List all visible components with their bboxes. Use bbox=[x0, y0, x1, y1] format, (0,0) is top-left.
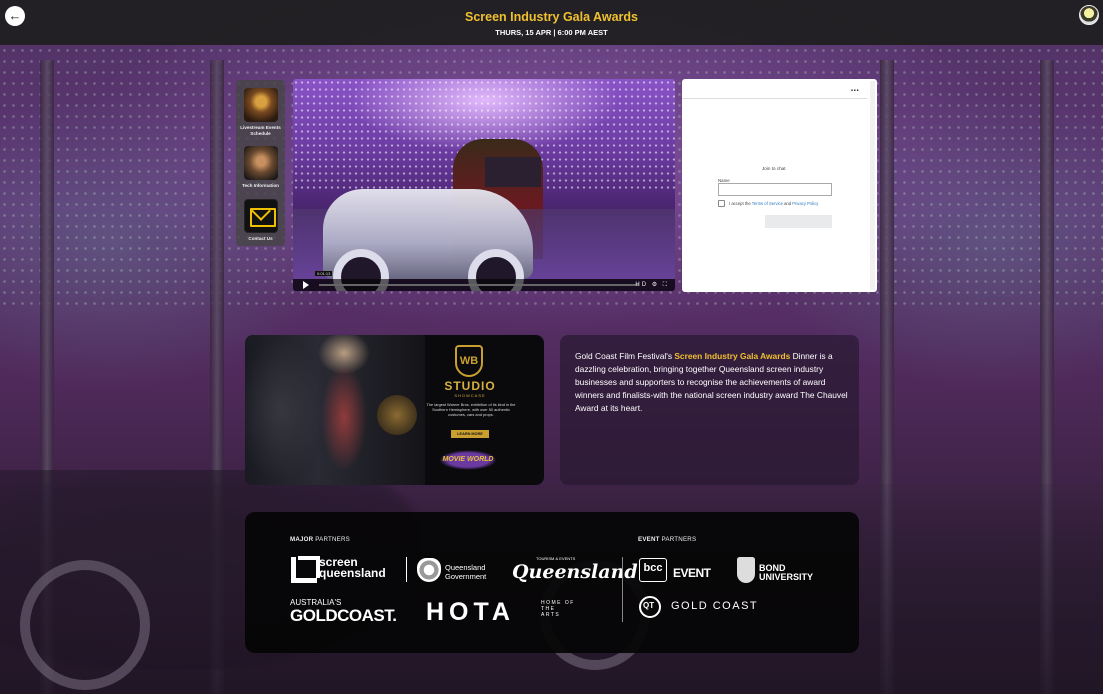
play-icon[interactable] bbox=[303, 281, 309, 289]
join-button[interactable] bbox=[765, 215, 832, 228]
screen-queensland-logo-mark bbox=[291, 556, 320, 583]
name-input[interactable] bbox=[718, 183, 832, 196]
mail-icon bbox=[243, 199, 278, 233]
more-options-icon[interactable]: ... bbox=[851, 83, 859, 94]
qld-gov-line-2: Government bbox=[445, 572, 487, 581]
event-date: THURS, 15 APR | 6:00 PM AEST bbox=[495, 28, 608, 37]
studio-showcase-banner[interactable]: WB STUDIO SHOWCASE The largest Warner Br… bbox=[245, 335, 544, 485]
queensland-crest-icon bbox=[417, 558, 441, 582]
major-bold: MAJOR bbox=[290, 536, 314, 543]
chat-panel: ... Join to chat Name I accept the Terms… bbox=[682, 79, 877, 292]
hota-subtitle: HOME OF THE ARTS bbox=[541, 600, 575, 618]
movie-world-logo: MOVIE WORLD bbox=[439, 450, 497, 470]
description-text: Gold Coast Film Festival's bbox=[575, 351, 675, 361]
nav-item-label: Livestream Events Schedule bbox=[240, 125, 281, 136]
event-partners-heading: EVENT PARTNERS bbox=[638, 536, 696, 543]
progress-bar[interactable] bbox=[319, 284, 639, 286]
studio-heading: STUDIO bbox=[444, 379, 496, 393]
major-rest: PARTNERS bbox=[313, 536, 350, 543]
shield-image bbox=[377, 395, 417, 435]
event-description-card: Gold Coast Film Festival's Screen Indust… bbox=[560, 335, 859, 485]
qld-gov-line-1: Queensland bbox=[445, 563, 486, 572]
and-text: and bbox=[782, 201, 793, 206]
accept-terms-checkbox[interactable] bbox=[718, 200, 725, 207]
terms-of-service-link[interactable]: Terms of Service bbox=[752, 201, 783, 206]
nav-item-contact-us[interactable]: Contact Us bbox=[236, 199, 285, 242]
hota-logo: HOTA bbox=[426, 598, 515, 626]
top-bar: ← Screen Industry Gala Awards THURS, 15 … bbox=[0, 0, 1103, 45]
nav-item-schedule[interactable]: Livestream Events Schedule bbox=[236, 88, 285, 137]
time-tooltip: 0:01:13 bbox=[315, 271, 333, 276]
partners-panel: MAJOR PARTNERS EVENT PARTNERS screen que… bbox=[245, 512, 859, 653]
video-controls: 0:01:13 HD ⚙ ⛶ bbox=[293, 271, 675, 291]
partners-divider bbox=[622, 557, 623, 622]
bond-university-logo: BOND UNIVERSITY bbox=[759, 564, 813, 582]
accept-terms-text: I accept the Terms of Service and Privac… bbox=[729, 201, 818, 206]
nav-item-label: Tech Information bbox=[242, 183, 279, 188]
join-chat-title: Join to chat bbox=[762, 166, 786, 171]
event-cinemas-logo: EVENT bbox=[673, 566, 711, 580]
event-title: Screen Industry Gala Awards bbox=[465, 10, 638, 24]
description-highlight: Screen Industry Gala Awards bbox=[674, 351, 791, 361]
goldcoast-logo: GOLDCOAST. bbox=[290, 606, 397, 625]
screen-queensland-logo: screen queensland bbox=[319, 555, 386, 580]
logo-divider bbox=[406, 557, 407, 582]
user-avatar-icon[interactable] bbox=[1079, 5, 1099, 25]
event-rest: PARTNERS bbox=[659, 536, 697, 543]
learn-more-button[interactable]: LEARN MORE bbox=[451, 430, 489, 438]
chat-scrollbar[interactable] bbox=[870, 81, 875, 290]
privacy-policy-link[interactable]: Privacy Policy bbox=[792, 201, 818, 206]
tech-thumbnail-icon bbox=[243, 146, 278, 180]
event-bold: EVENT bbox=[638, 536, 660, 543]
accept-prefix: I accept the bbox=[729, 201, 752, 206]
player-settings-icons[interactable]: HD ⚙ ⛶ bbox=[635, 281, 669, 289]
schedule-thumbnail-icon bbox=[243, 88, 278, 122]
bcc-logo: bcc bbox=[639, 558, 667, 582]
wb-logo: WB bbox=[455, 345, 483, 377]
nav-item-tech-information[interactable]: Tech Information bbox=[236, 146, 285, 189]
promo-description: The largest Warner Bros. exhibition of i… bbox=[426, 402, 516, 418]
qt-logo-letters: QT bbox=[643, 601, 655, 610]
qt-gold-coast-logo: GOLD COAST bbox=[671, 600, 759, 612]
major-partners-heading: MAJOR PARTNERS bbox=[290, 536, 350, 543]
nav-item-label: Contact Us bbox=[248, 236, 273, 241]
video-player[interactable]: 0:01:13 HD ⚙ ⛶ bbox=[293, 79, 675, 291]
chat-divider bbox=[682, 98, 867, 99]
side-navigation: Livestream Events Schedule Tech Informat… bbox=[236, 80, 285, 246]
video-screen bbox=[485, 157, 541, 187]
event-description: Gold Coast Film Festival's Screen Indust… bbox=[575, 350, 850, 415]
bond-crest-icon bbox=[737, 557, 755, 583]
queensland-government-logo: Queensland Government bbox=[445, 563, 486, 581]
tourism-queensland-logo: Queensland bbox=[512, 561, 638, 583]
bond-line-2: UNIVERSITY bbox=[759, 572, 814, 582]
showcase-subheading: SHOWCASE bbox=[454, 393, 486, 398]
